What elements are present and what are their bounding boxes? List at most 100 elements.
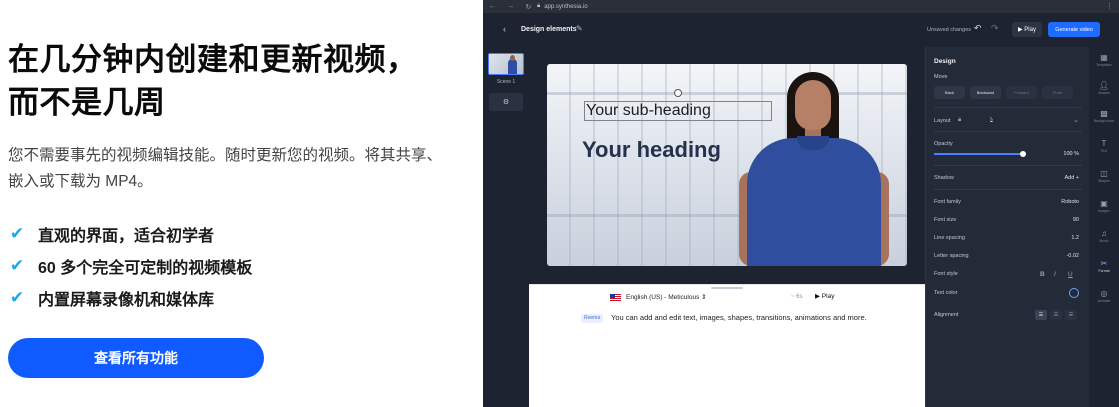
- document-title[interactable]: Design elements: [521, 26, 577, 33]
- italic-icon[interactable]: I: [1054, 271, 1056, 278]
- tool-avatars[interactable]: 👤︎ Avatars: [1089, 81, 1119, 107]
- layout-label: Layout: [934, 118, 951, 124]
- undo-icon[interactable]: ↶: [974, 23, 982, 34]
- line-spacing-value[interactable]: 1.2: [1071, 235, 1079, 241]
- move-front-button[interactable]: Front: [1042, 86, 1073, 99]
- font-size-label: Font size: [934, 217, 957, 223]
- scene-thumb-avatar: [508, 59, 517, 74]
- us-flag-icon: [610, 294, 621, 301]
- feature-list: ✔ 直观的界面，适合初学者 ✔ 60 多个完全可定制的视频模板 ✔ 内置屏幕录像机和媒…: [8, 218, 252, 314]
- tool-rail: ▦ Templates 👤︎ Avatars ▩ Backgrounds T Text …: [1089, 47, 1119, 407]
- text-color-swatch[interactable]: [1069, 288, 1079, 298]
- move-back-button[interactable]: Back: [934, 86, 965, 99]
- feature-item: ✔ 内置屏幕录像机和媒体库: [8, 282, 252, 314]
- move-backward-button[interactable]: Backward: [970, 86, 1001, 99]
- check-icon: ✔: [9, 224, 25, 243]
- app-screenshot: ← → ↻ 🔒︎ app.synthesia.io ⋮ ‹ Design ele…: [483, 0, 1119, 407]
- avatar[interactable]: [735, 72, 895, 266]
- lock-icon[interactable]: 🔒︎: [958, 117, 961, 124]
- opacity-value[interactable]: 100 %: [1063, 151, 1079, 157]
- scene-thumb-head: [510, 55, 515, 61]
- tool-backgrounds[interactable]: ▩ Backgrounds: [1089, 109, 1119, 135]
- align-center-icon[interactable]: ☰: [1050, 310, 1062, 320]
- font-size-value[interactable]: 90: [1073, 217, 1079, 223]
- align-right-icon[interactable]: ☰: [1065, 310, 1077, 320]
- music-icon: ♫: [1101, 229, 1107, 238]
- unsaved-status: Unsaved changes: [927, 27, 972, 33]
- underline-icon[interactable]: U: [1068, 271, 1073, 278]
- tool-text[interactable]: T Text: [1089, 139, 1119, 165]
- feature-item: ✔ 60 多个完全可定制的视频模板: [8, 250, 252, 282]
- text-icon: T: [1101, 139, 1107, 148]
- heading-text[interactable]: Your heading: [582, 137, 721, 163]
- font-family-select[interactable]: Roboto: [1061, 199, 1079, 205]
- back-icon[interactable]: ‹: [503, 24, 506, 34]
- rotate-handle-icon[interactable]: [674, 89, 682, 97]
- feature-text: 60 多个完全可定制的视频模板: [38, 260, 253, 277]
- feature-text: 内置屏幕录像机和媒体库: [38, 292, 215, 309]
- browser-bar: ← → ↻ 🔒︎ app.synthesia.io ⋮: [483, 0, 1119, 13]
- chevron-down-icon[interactable]: ⌄: [1073, 116, 1079, 124]
- avatar-icon: 👤︎: [1098, 81, 1110, 90]
- divider: [934, 107, 1082, 108]
- align-left-icon[interactable]: ☰: [1035, 310, 1047, 320]
- redo-icon[interactable]: ↷: [991, 23, 999, 34]
- image-icon: ▣: [1100, 199, 1108, 208]
- speaker-badge[interactable]: Reema: [581, 314, 604, 323]
- feature-item: ✔ 直观的界面，适合初学者: [8, 218, 252, 250]
- shadow-label: Shadow: [934, 175, 954, 181]
- line-spacing-label: Line spacing: [934, 235, 965, 241]
- divider: [934, 189, 1082, 190]
- video-canvas[interactable]: Your sub-heading Your heading: [547, 64, 907, 266]
- view-all-features-button[interactable]: 查看所有功能: [8, 338, 264, 378]
- divider: [934, 165, 1082, 166]
- panel-title: Design: [934, 58, 956, 65]
- opacity-slider-fill: [934, 153, 1023, 155]
- letter-spacing-value[interactable]: -0.02: [1066, 253, 1079, 259]
- duration: ~ 6s: [791, 294, 803, 300]
- tool-music[interactable]: ♫ Music: [1089, 229, 1119, 255]
- arrow-left-icon[interactable]: ←: [489, 3, 496, 11]
- tool-templates[interactable]: ▦ Templates: [1089, 53, 1119, 79]
- url-text[interactable]: app.synthesia.io: [540, 4, 587, 10]
- alignment-label: Alignment: [934, 312, 959, 318]
- avatar-face: [795, 80, 831, 130]
- opacity-slider[interactable]: [934, 151, 1026, 157]
- arrow-right-icon[interactable]: →: [507, 3, 514, 11]
- format-icon: ✂: [1100, 259, 1108, 268]
- check-icon: ✔: [9, 288, 25, 307]
- hero-title-line1: 在几分钟内创建和更新视频，: [8, 42, 418, 77]
- canvas-stage: Your sub-heading Your heading: [529, 47, 925, 284]
- font-style-label: Font style: [934, 271, 958, 277]
- scene-label: Scene 1: [496, 79, 516, 85]
- font-family-label: Font family: [934, 199, 961, 205]
- templates-icon: ▦: [1100, 53, 1108, 62]
- opacity-slider-knob[interactable]: [1020, 151, 1026, 157]
- move-forward-button[interactable]: Forward: [1006, 86, 1037, 99]
- voice-select[interactable]: English (US) - Meticulous ⇕: [626, 293, 707, 301]
- script-text[interactable]: You can add and edit text, images, shape…: [611, 312, 871, 323]
- tool-format[interactable]: ✂ Format: [1089, 259, 1119, 285]
- opacity-label: Opacity: [934, 141, 953, 147]
- tool-images[interactable]: ▣ Images: [1089, 199, 1119, 225]
- hero-description: 您不需要事先的视频编辑技能。随时更新您的视频。将其共享、嵌入或下载为 MP4。: [8, 147, 443, 190]
- move-label: Move: [934, 74, 948, 80]
- gear-icon[interactable]: ⚙: [489, 93, 523, 111]
- scene-rail: Scene 1 ⚙: [483, 47, 529, 407]
- resize-handle[interactable]: [711, 287, 743, 289]
- reload-icon[interactable]: ↻: [525, 3, 531, 11]
- letter-spacing-label: Letter spacing: [934, 253, 969, 259]
- kebab-menu-icon[interactable]: ⋮: [1106, 2, 1113, 10]
- bold-icon[interactable]: B: [1040, 271, 1045, 278]
- add-shadow-button[interactable]: Add +: [1064, 175, 1079, 181]
- scene-thumbnail[interactable]: [488, 53, 524, 75]
- generate-video-button[interactable]: Generate video: [1048, 22, 1100, 37]
- tool-shapes[interactable]: ◫ Shapes: [1089, 169, 1119, 195]
- cursor-icon: 👆︎: [990, 117, 994, 124]
- play-button[interactable]: ▶ Play: [1012, 22, 1042, 37]
- script-play-button[interactable]: ▶ Play: [815, 292, 834, 300]
- pencil-icon[interactable]: ✎: [576, 24, 583, 33]
- shapes-icon: ◫: [1100, 169, 1108, 178]
- tool-animate[interactable]: ◎ Animate: [1089, 289, 1119, 315]
- editor-topbar: ‹ Design elements ✎ Unsaved changes ↶ ↷ …: [483, 13, 1119, 47]
